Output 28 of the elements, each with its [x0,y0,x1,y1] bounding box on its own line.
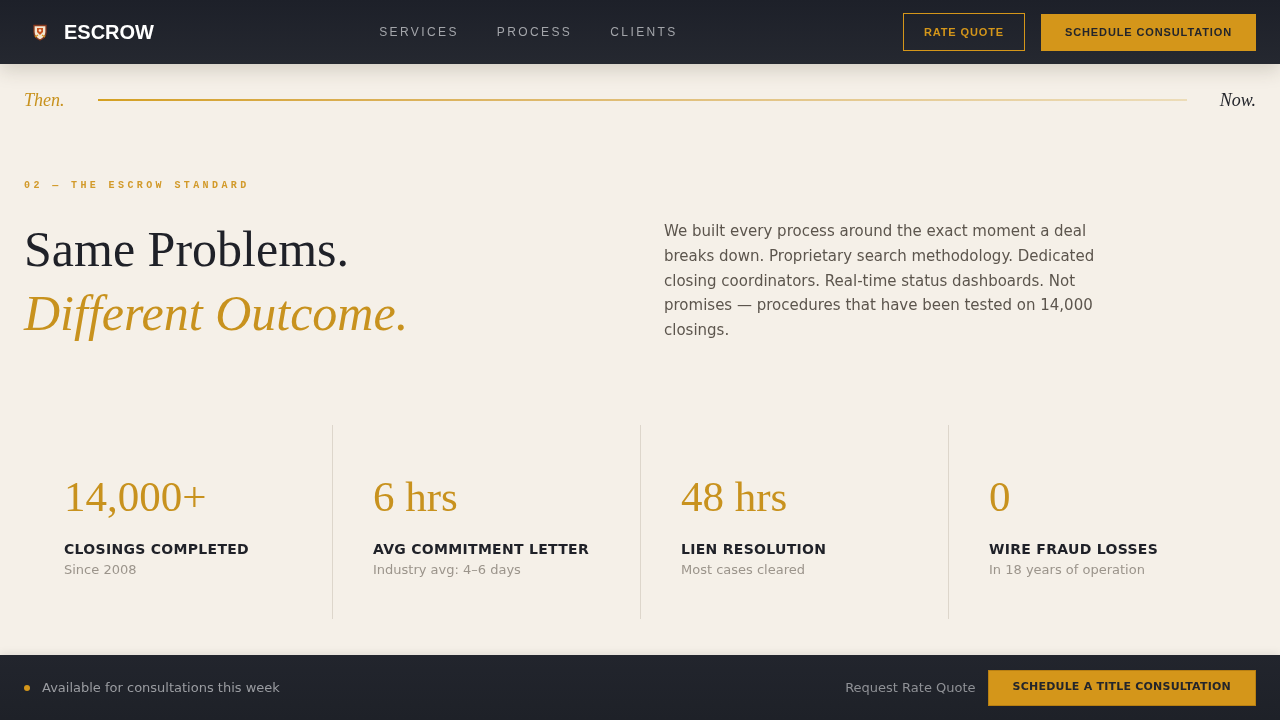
rate-quote-button[interactable]: RATE QUOTE [902,13,1025,51]
nav-link[interactable]: SERVICES [379,23,459,41]
stat-value: 6 hrs [373,475,458,518]
section-description: We built every process around the exact moment a deal breaks down. Proprietary search methodology. Dedicated closing coordinators. Real-time status dashboards. Not promises — procedures that have been tested on 14,000 closings. [664,221,1096,341]
stat-label: WIRE FRAUD LOSSES [989,540,1159,559]
schedule-consultation-button[interactable]: SCHEDULE CONSULTATION [1041,13,1256,51]
section-eyebrow: 02 — THE ESCROW STANDARD [24,179,250,193]
nav-link[interactable]: CLIENTS [610,23,678,41]
timeline-start-label: Then. [24,91,65,109]
stat-value: 48 hrs [681,475,788,518]
stat-note: Most cases cleared [681,561,805,579]
crest-logo-icon [33,23,47,41]
stat-note: In 18 years of operation [989,561,1145,579]
stat-value: 14,000+ [64,475,207,518]
nav-link[interactable]: PROCESS [496,23,573,41]
stat-note: Since 2008 [64,561,137,579]
section-heading-accent: Different Outcome. [24,284,409,343]
stat-note: Industry avg: 4–6 days [373,561,521,579]
brand-name[interactable]: ESCROW [64,22,154,42]
stat-value: 0 [989,475,1011,518]
availability-text: Available for consultations this week [42,678,280,697]
timeline-end-label: Now. [1219,91,1256,109]
stat-label: AVG COMMITMENT LETTER [373,540,590,559]
stat-label: LIEN RESOLUTION [681,540,827,559]
rate-quote-link[interactable]: Request Rate Quote [845,677,976,698]
schedule-consultation-button[interactable]: SCHEDULE A TITLE CONSULTATION [987,669,1256,706]
section-heading: Same Problems. [24,220,349,279]
stat-label: CLOSINGS COMPLETED [64,540,250,559]
